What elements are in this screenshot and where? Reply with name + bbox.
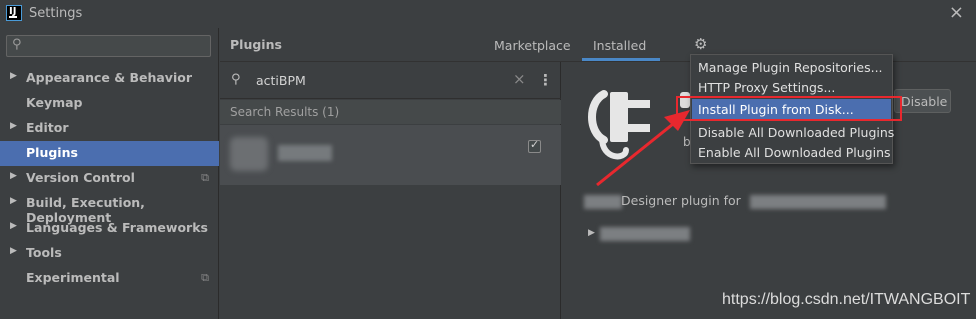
annotation-arrow bbox=[596, 110, 690, 187]
